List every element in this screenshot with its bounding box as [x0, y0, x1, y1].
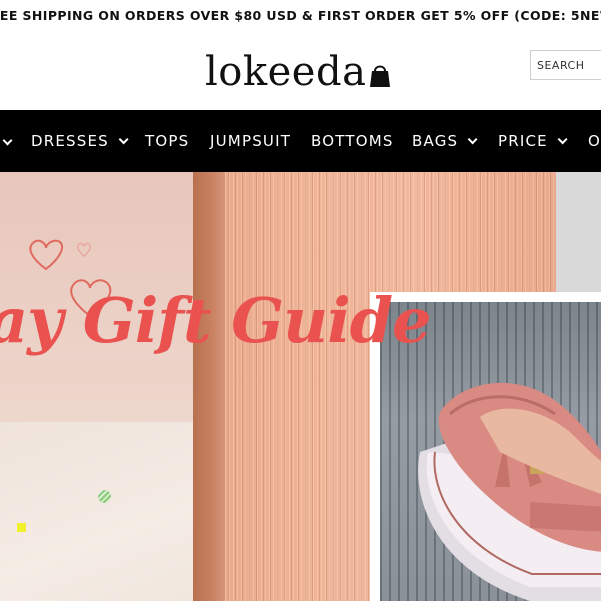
hero-floor — [0, 422, 220, 601]
nav-item-dresses[interactable]: DRESSES — [31, 110, 129, 172]
hero-headline: ay Gift Guide — [0, 284, 432, 357]
nav-item-label: DRESSES — [31, 132, 109, 150]
nav-item-label: BOTTOMS — [311, 132, 394, 150]
shopping-bag-icon — [370, 65, 391, 87]
search-input[interactable] — [537, 58, 601, 72]
nav-item-label: BAGS — [412, 132, 459, 150]
nav-item-tops[interactable]: TOPS — [145, 110, 189, 172]
main-nav: DRESSES TOPS JUMPSUIT BOTTOMS BAGS PRICE… — [0, 110, 601, 172]
hero-side-strip — [556, 172, 601, 302]
nav-item-more[interactable]: O — [588, 110, 601, 172]
nav-item-label: O — [588, 132, 601, 150]
decorative-dot — [98, 490, 111, 503]
chevron-down-icon — [467, 133, 478, 144]
chevron-down-icon — [118, 133, 129, 144]
wood-panel-edge — [193, 172, 225, 601]
nav-item-jumpsuit[interactable]: JUMPSUIT — [210, 110, 291, 172]
nav-item-bottoms[interactable]: BOTTOMS — [311, 110, 394, 172]
page: FREE SHIPPING ON ORDERS OVER $80 USD & F… — [0, 0, 601, 601]
announcement-text: FREE SHIPPING ON ORDERS OVER $80 USD & F… — [0, 7, 601, 23]
decorative-square — [17, 523, 26, 532]
nav-item-label: PRICE — [498, 132, 548, 150]
announcement-bar: FREE SHIPPING ON ORDERS OVER $80 USD & F… — [0, 0, 601, 30]
site-header: lokeeda — [0, 30, 601, 110]
chevron-down-icon — [557, 133, 568, 144]
site-logo[interactable]: lokeeda — [205, 48, 391, 92]
logo-text: lokeeda — [205, 49, 367, 95]
nav-item-price[interactable]: PRICE — [498, 110, 568, 172]
hero-banner[interactable]: ay Gift Guide — [0, 172, 601, 601]
nav-item-label: TOPS — [145, 132, 190, 150]
nav-item-bags[interactable]: BAGS — [412, 110, 478, 172]
nav-item-label: JUMPSUIT — [210, 132, 292, 150]
search-box[interactable] — [530, 50, 601, 80]
chevron-down-icon[interactable] — [2, 135, 13, 146]
